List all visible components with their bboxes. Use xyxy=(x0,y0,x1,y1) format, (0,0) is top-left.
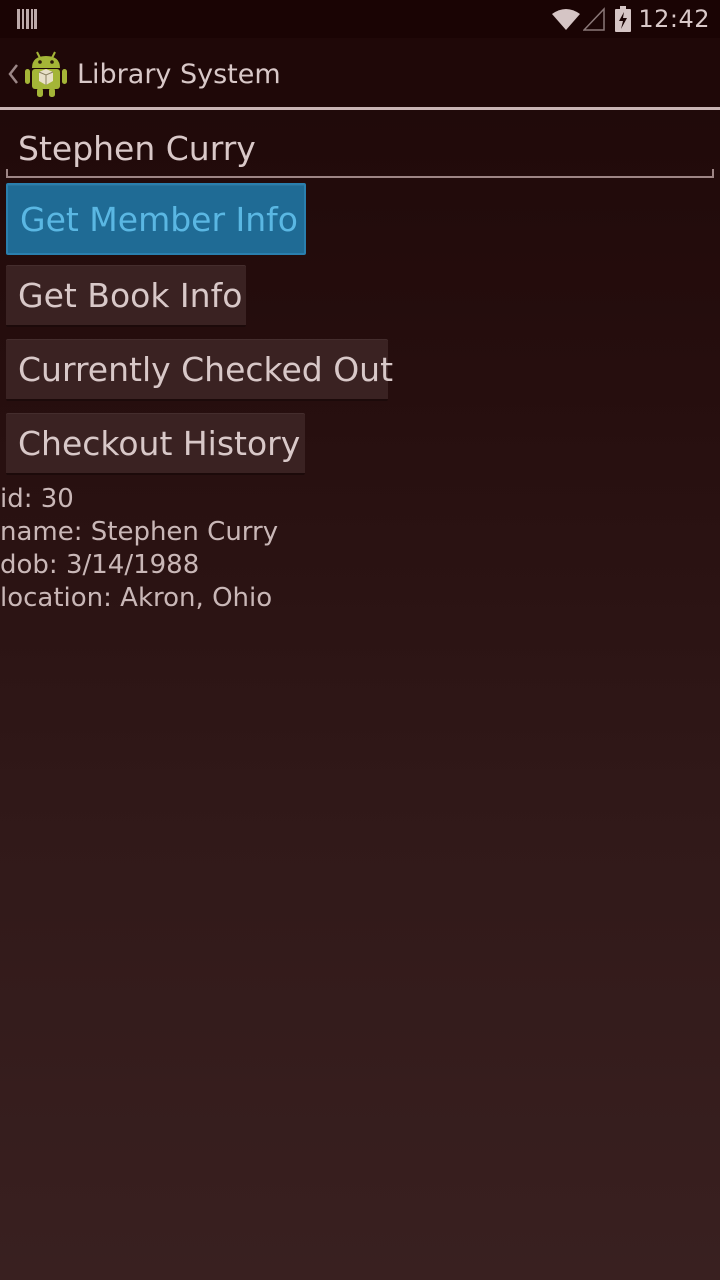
member-location-text: location: Akron, Ohio xyxy=(0,583,273,613)
name-input-container xyxy=(6,120,714,178)
member-dob-text: dob: 3/14/1988 xyxy=(0,550,200,580)
member-name-input[interactable] xyxy=(6,120,714,176)
member-id-text: id: 30 xyxy=(0,484,74,514)
checkout-history-button[interactable]: Checkout History xyxy=(6,413,305,475)
input-underline-left-tick xyxy=(6,169,8,178)
status-time: 12:42 xyxy=(638,5,710,33)
chevron-left-icon xyxy=(8,64,18,84)
battery-charging-icon xyxy=(615,6,632,32)
status-bar: 12:42 xyxy=(0,0,720,38)
get-book-info-button[interactable]: Get Book Info xyxy=(6,265,246,327)
input-underline xyxy=(6,176,714,178)
action-bar: Library System xyxy=(0,38,720,110)
android-robot-icon xyxy=(25,51,67,97)
member-name-text: name: Stephen Curry xyxy=(0,517,279,547)
up-navigation-button[interactable]: Library System xyxy=(0,38,300,110)
wifi-icon xyxy=(552,9,581,30)
get-member-info-button[interactable]: Get Member Info xyxy=(6,183,306,255)
no-signal-icon xyxy=(583,7,606,31)
app-title: Library System xyxy=(77,59,281,90)
input-underline-right-tick xyxy=(712,169,714,178)
status-icons: 12:42 xyxy=(551,0,710,38)
member-info-result: id: 30 name: Stephen Curry dob: 3/14/198… xyxy=(0,483,720,615)
currently-checked-out-button[interactable]: Currently Checked Out xyxy=(6,339,393,401)
barcode-notification-icon xyxy=(17,9,37,29)
